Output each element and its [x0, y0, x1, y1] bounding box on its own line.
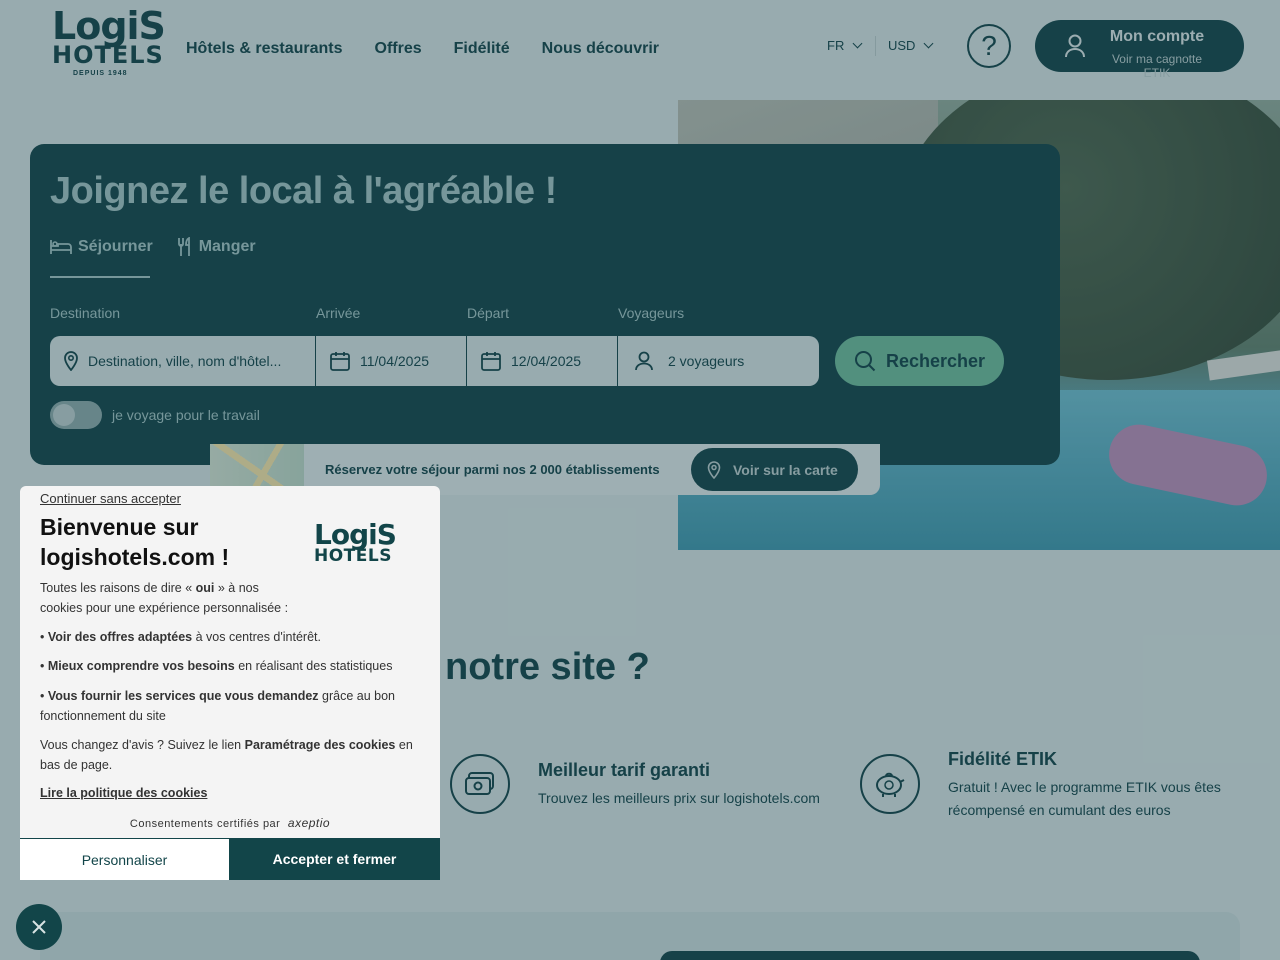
- money-icon: [450, 754, 510, 814]
- business-travel-label: je voyage pour le travail: [112, 407, 260, 423]
- chevron-down-icon: [852, 38, 863, 49]
- departure-date-input[interactable]: 12/04/2025: [467, 336, 617, 386]
- chevron-down-icon: [924, 38, 934, 49]
- customize-button[interactable]: Personnaliser: [20, 838, 229, 880]
- business-travel-toggle[interactable]: [50, 401, 102, 429]
- piggy-bank-icon: [860, 754, 920, 814]
- currency-value: USD: [888, 38, 916, 53]
- page: LogiS HOTELS DEPUIS 1948 Hôtels & restau…: [0, 0, 1280, 960]
- view-map-button[interactable]: Voir sur la carte: [691, 448, 858, 491]
- account-title: Mon compte: [1109, 28, 1205, 45]
- currency-selector[interactable]: USD: [888, 38, 934, 53]
- account-subtitle: Voir ma cagnotte ETIK: [1111, 52, 1203, 80]
- cookie-intro: Toutes les raisons de dire « oui » à nos…: [40, 579, 300, 618]
- tab-manger[interactable]: Manger: [177, 234, 256, 260]
- cookie-bullet: • Voir des offres adaptées à vos centres…: [40, 630, 321, 644]
- cookie-intro-a: Toutes les raisons de dire «: [40, 581, 196, 595]
- continue-without-accepting-link[interactable]: Continuer sans accepter: [40, 491, 181, 506]
- search-button-label: Rechercher: [885, 350, 986, 371]
- main-nav: Hôtels & restaurants Offres Fidélité Nou…: [186, 40, 659, 58]
- search-headline: Joignez le local à l'agréable !: [50, 170, 557, 212]
- header: LogiS HOTELS DEPUIS 1948 Hôtels & restau…: [0, 0, 1280, 100]
- language-selector[interactable]: FR: [827, 38, 863, 53]
- arrival-date-value: 11/04/2025: [360, 353, 430, 369]
- cookie-bullet-rest: à vos centres d'intérêt.: [192, 630, 321, 644]
- cookie-consent-dialog: Continuer sans accepter Bienvenue sur lo…: [20, 486, 440, 880]
- cookie-logis-logo: LogiS HOTELS: [314, 518, 397, 566]
- location-pin-icon: [64, 351, 78, 371]
- axeptio-logo: axeptio: [287, 816, 331, 830]
- departure-label: Départ: [467, 305, 510, 321]
- user-icon: [1065, 34, 1085, 58]
- search-button[interactable]: Rechercher: [835, 336, 1004, 386]
- logo-line-2: HOTELS: [52, 41, 164, 69]
- active-tab-underline: [50, 276, 150, 278]
- nav-nous-decouvrir[interactable]: Nous découvrir: [542, 40, 659, 58]
- cookie-change-mind: Vous changez d'avis ? Suivez le lien Par…: [40, 736, 420, 775]
- arrival-date-input[interactable]: 11/04/2025: [316, 336, 466, 386]
- cookie-intro-b: oui: [195, 581, 215, 595]
- feature-best-price-text: Trouvez les meilleurs prix sur logishote…: [538, 790, 820, 806]
- certified-label: Consentements certifiés par: [129, 818, 281, 830]
- cookie-settings-link[interactable]: Paramétrage des cookies: [245, 738, 396, 752]
- logo-line-3: DEPUIS 1948: [73, 70, 128, 77]
- map-strip-text: Réservez votre séjour parmi nos 2 000 ét…: [325, 462, 660, 477]
- destination-label: Destination: [50, 305, 121, 321]
- cookie-bullet: • Vous fournir les services que vous dem…: [40, 689, 396, 723]
- cookie-bullet-bold: Voir des offres adaptées: [47, 630, 193, 644]
- toggle-knob: [53, 404, 75, 426]
- nav-offres[interactable]: Offres: [375, 40, 422, 58]
- feature-best-price-title: Meilleur tarif garanti: [538, 760, 711, 780]
- nav-hotels-restaurants[interactable]: Hôtels & restaurants: [186, 40, 343, 58]
- view-map-label: Voir sur la carte: [733, 461, 838, 478]
- travellers-label: Voyageurs: [618, 305, 685, 321]
- tab-manger-label: Manger: [198, 238, 256, 255]
- cookie-logo-line-1: LogiS: [314, 518, 397, 551]
- cookie-bullet-bold: Vous fournir les services que vous deman…: [47, 689, 319, 703]
- bed-icon: [50, 240, 72, 254]
- close-cookie-widget-button[interactable]: [16, 904, 62, 950]
- cutlery-icon: [177, 237, 190, 256]
- help-button[interactable]: ?: [967, 24, 1011, 68]
- logis-logo[interactable]: LogiS HOTELS DEPUIS 1948: [52, 4, 166, 84]
- location-pin-icon: [707, 460, 721, 479]
- nav-fidelite[interactable]: Fidélité: [454, 40, 510, 58]
- account-button[interactable]: Mon compte Voir ma cagnotte ETIK: [1035, 20, 1244, 80]
- cookie-title: Bienvenue sur logishotels.com !: [40, 514, 230, 570]
- language-value: FR: [827, 38, 845, 53]
- calendar-icon: [330, 352, 350, 371]
- cookie-bullet-bold: Mieux comprendre vos besoins: [47, 659, 235, 673]
- user-icon: [635, 351, 653, 371]
- departure-date-value: 12/04/2025: [511, 353, 582, 369]
- cookie-logo-line-2: HOTELS: [314, 546, 392, 566]
- travellers-value: 2 voyageurs: [668, 353, 745, 369]
- close-icon: [32, 920, 46, 934]
- logo-line-1: LogiS: [52, 4, 166, 48]
- destination-input[interactable]: Destination, ville, nom d'hôtel...: [50, 336, 315, 386]
- accept-and-close-button[interactable]: Accepter et fermer: [229, 838, 440, 880]
- question-icon: ?: [981, 30, 997, 61]
- tab-sejourner[interactable]: Séjourner: [50, 234, 153, 260]
- travellers-input[interactable]: 2 voyageurs: [618, 336, 819, 386]
- header-divider: [875, 36, 876, 56]
- calendar-icon: [481, 352, 501, 371]
- feature-fidelite-text: Gratuit ! Avec le programme ETIK vous êt…: [948, 779, 1221, 818]
- cookie-policy-link[interactable]: Lire la politique des cookies: [40, 786, 207, 800]
- bottom-blue-banner: [660, 951, 1200, 960]
- feature-fidelite-title: Fidélité ETIK: [948, 749, 1058, 769]
- why-section-title: notre site ?: [445, 646, 650, 688]
- cookie-change-a: Vous changez d'avis ? Suivez le lien: [40, 738, 245, 752]
- certified-by: Consentements certifiés par axeptio: [20, 816, 440, 830]
- search-panel: Joignez le local à l'agréable ! Séjourne…: [30, 144, 1060, 465]
- cookie-bullet-rest: en réalisant des statistiques: [234, 659, 393, 673]
- arrival-label: Arrivée: [316, 305, 361, 321]
- search-icon: [854, 351, 876, 372]
- destination-placeholder: Destination, ville, nom d'hôtel...: [88, 353, 282, 369]
- search-tabs: Séjourner Manger: [50, 234, 256, 260]
- cookie-bullet: • Mieux comprendre vos besoins en réalis…: [40, 659, 393, 673]
- tab-sejourner-label: Séjourner: [78, 238, 153, 255]
